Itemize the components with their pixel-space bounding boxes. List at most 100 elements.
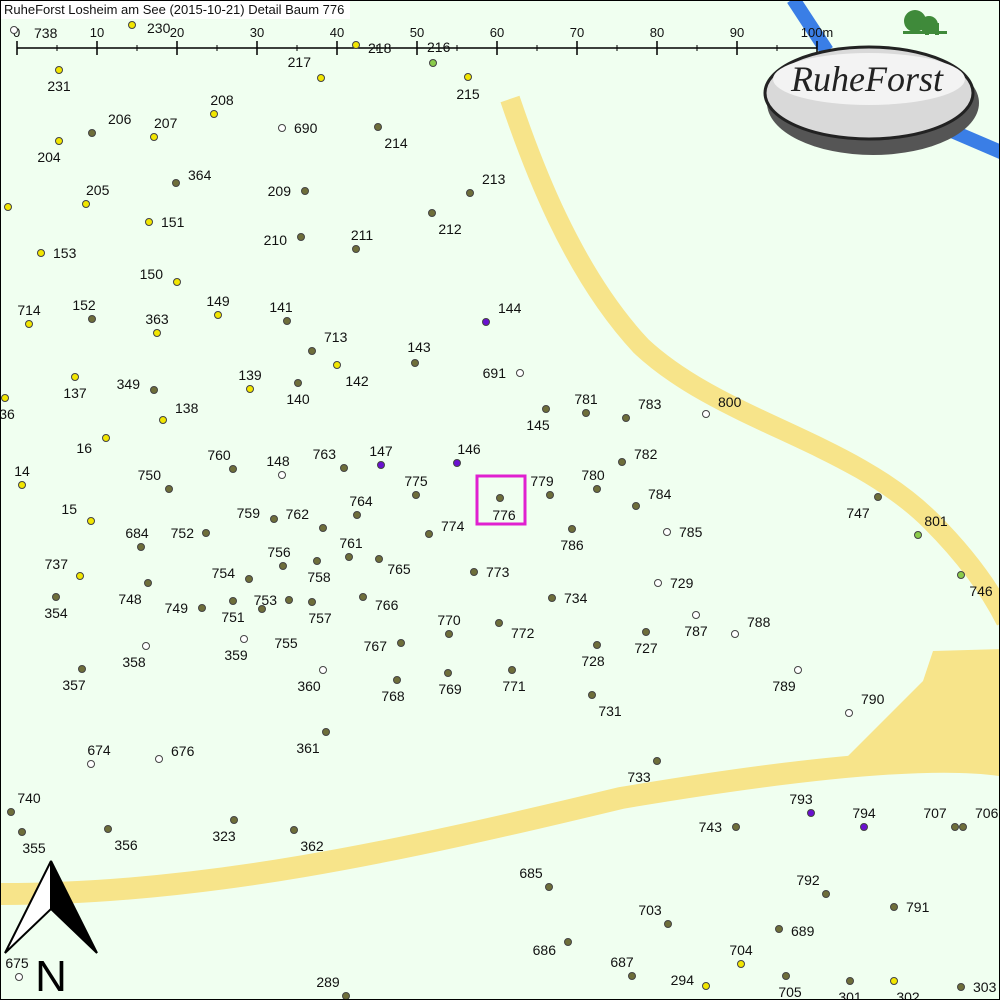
tree-marker[interactable]	[297, 233, 305, 241]
tree-765[interactable]: 765	[375, 555, 411, 578]
tree-208[interactable]: 208	[210, 92, 234, 118]
tree-marker[interactable]	[482, 318, 490, 326]
tree-marker[interactable]	[775, 925, 783, 933]
tree-marker[interactable]	[258, 605, 266, 613]
tree-marker[interactable]	[692, 611, 700, 619]
tree-360[interactable]: 360	[297, 666, 327, 695]
tree-marker[interactable]	[172, 179, 180, 187]
tree-759[interactable]: 759	[237, 505, 278, 523]
tree-771[interactable]: 771	[502, 666, 526, 695]
tree-marker[interactable]	[210, 110, 218, 118]
tree-210[interactable]: 210	[264, 232, 305, 248]
tree-737[interactable]: 737	[45, 556, 84, 580]
tree-144[interactable]: 144	[482, 300, 522, 326]
tree-788[interactable]: 788	[731, 614, 771, 638]
tree-684[interactable]: 684	[125, 525, 149, 551]
forest-map[interactable]: 0102030405060708090100m 7382302182162172…	[0, 0, 1000, 1000]
tree-marker[interactable]	[425, 530, 433, 538]
tree-marker[interactable]	[464, 73, 472, 81]
tree-211[interactable]: 211	[351, 227, 374, 253]
tree-685[interactable]: 685	[519, 865, 553, 891]
tree-marker[interactable]	[153, 329, 161, 337]
tree-marker[interactable]	[794, 666, 802, 674]
tree-marker[interactable]	[731, 630, 739, 638]
tree-357[interactable]: 357	[62, 665, 86, 694]
tree-marker[interactable]	[18, 828, 26, 836]
tree-731[interactable]: 731	[588, 691, 622, 720]
tree-marker[interactable]	[87, 760, 95, 768]
tree-362[interactable]: 362	[290, 826, 324, 855]
tree-marker[interactable]	[508, 666, 516, 674]
tree-743[interactable]: 743	[699, 819, 740, 835]
tree-marker[interactable]	[737, 960, 745, 968]
tree-143[interactable]: 143	[407, 339, 431, 367]
tree-marker[interactable]	[495, 619, 503, 627]
tree-marker[interactable]	[55, 137, 63, 145]
tree-214[interactable]: 214	[374, 123, 408, 152]
tree-149[interactable]: 149	[206, 293, 230, 319]
tree-marker[interactable]	[542, 405, 550, 413]
tree-marker[interactable]	[145, 218, 153, 226]
tree-marker[interactable]	[159, 416, 167, 424]
tree-marker[interactable]	[88, 315, 96, 323]
tree-784[interactable]: 784	[632, 486, 672, 510]
tree-770[interactable]: 770	[437, 612, 461, 638]
tree-138[interactable]: 138	[159, 400, 199, 424]
tree-marker[interactable]	[663, 528, 671, 536]
tree-707[interactable]: 707	[923, 805, 959, 831]
tree-146[interactable]: 146	[453, 441, 481, 467]
tree-152[interactable]: 152	[72, 297, 96, 323]
tree-761[interactable]: 761	[339, 535, 363, 561]
tree-691[interactable]: 691	[483, 365, 524, 381]
tree-marker[interactable]	[333, 361, 341, 369]
tree-727[interactable]: 727	[634, 628, 658, 657]
tree-789[interactable]: 789	[772, 666, 802, 695]
tree-marker[interactable]	[1, 394, 9, 402]
tree-marker[interactable]	[10, 26, 18, 34]
tree-148[interactable]: 148	[266, 453, 290, 479]
tree-marker[interactable]	[453, 459, 461, 467]
tree-marker[interactable]	[846, 977, 854, 985]
tree-marker[interactable]	[82, 200, 90, 208]
tree-marker[interactable]	[845, 709, 853, 717]
tree-767[interactable]: 767	[364, 638, 405, 654]
tree-16[interactable]: 16	[76, 434, 110, 457]
tree-756[interactable]: 756	[267, 544, 291, 570]
tree-151[interactable]: 151	[145, 214, 185, 230]
tree-marker[interactable]	[150, 133, 158, 141]
tree-775[interactable]: 775	[404, 473, 428, 499]
tree-703[interactable]: 703	[638, 902, 672, 928]
tree-764[interactable]: 764	[349, 493, 373, 519]
tree-209[interactable]: 209	[268, 183, 309, 199]
tree-751[interactable]: 751	[221, 597, 245, 626]
tree-marker[interactable]	[340, 464, 348, 472]
tree-marker[interactable]	[466, 189, 474, 197]
tree-marker[interactable]	[144, 579, 152, 587]
tree-787[interactable]: 787	[684, 611, 708, 640]
tree-marker[interactable]	[664, 920, 672, 928]
tree-206[interactable]: 206	[88, 111, 132, 137]
tree-212[interactable]: 212	[428, 209, 462, 238]
tree-755[interactable]: 755	[258, 605, 298, 652]
tree-763[interactable]: 763	[313, 446, 348, 472]
tree-147[interactable]: 147	[369, 443, 393, 469]
tree-marker[interactable]	[628, 972, 636, 980]
tree-205[interactable]: 205	[82, 182, 110, 208]
tree-213[interactable]: 213	[466, 171, 506, 197]
tree-marker[interactable]	[618, 458, 626, 466]
tree-207[interactable]: 207	[150, 115, 178, 141]
tree-302[interactable]: 302	[890, 977, 920, 1000]
tree-marker[interactable]	[642, 628, 650, 636]
tree-354[interactable]: 354	[44, 593, 68, 622]
tree-marker[interactable]	[15, 973, 23, 981]
tree-294[interactable]: 294	[671, 972, 710, 990]
tree-359[interactable]: 359	[224, 635, 248, 664]
tree-686[interactable]: 686	[533, 938, 572, 959]
tree-216[interactable]: 216	[427, 39, 451, 67]
tree-marker[interactable]	[957, 571, 965, 579]
tree-marker[interactable]	[37, 249, 45, 257]
tree-marker[interactable]	[155, 755, 163, 763]
tree-358[interactable]: 358	[122, 642, 150, 671]
tree-145[interactable]: 145	[526, 405, 550, 434]
tree-36[interactable]: 36	[1, 394, 15, 423]
